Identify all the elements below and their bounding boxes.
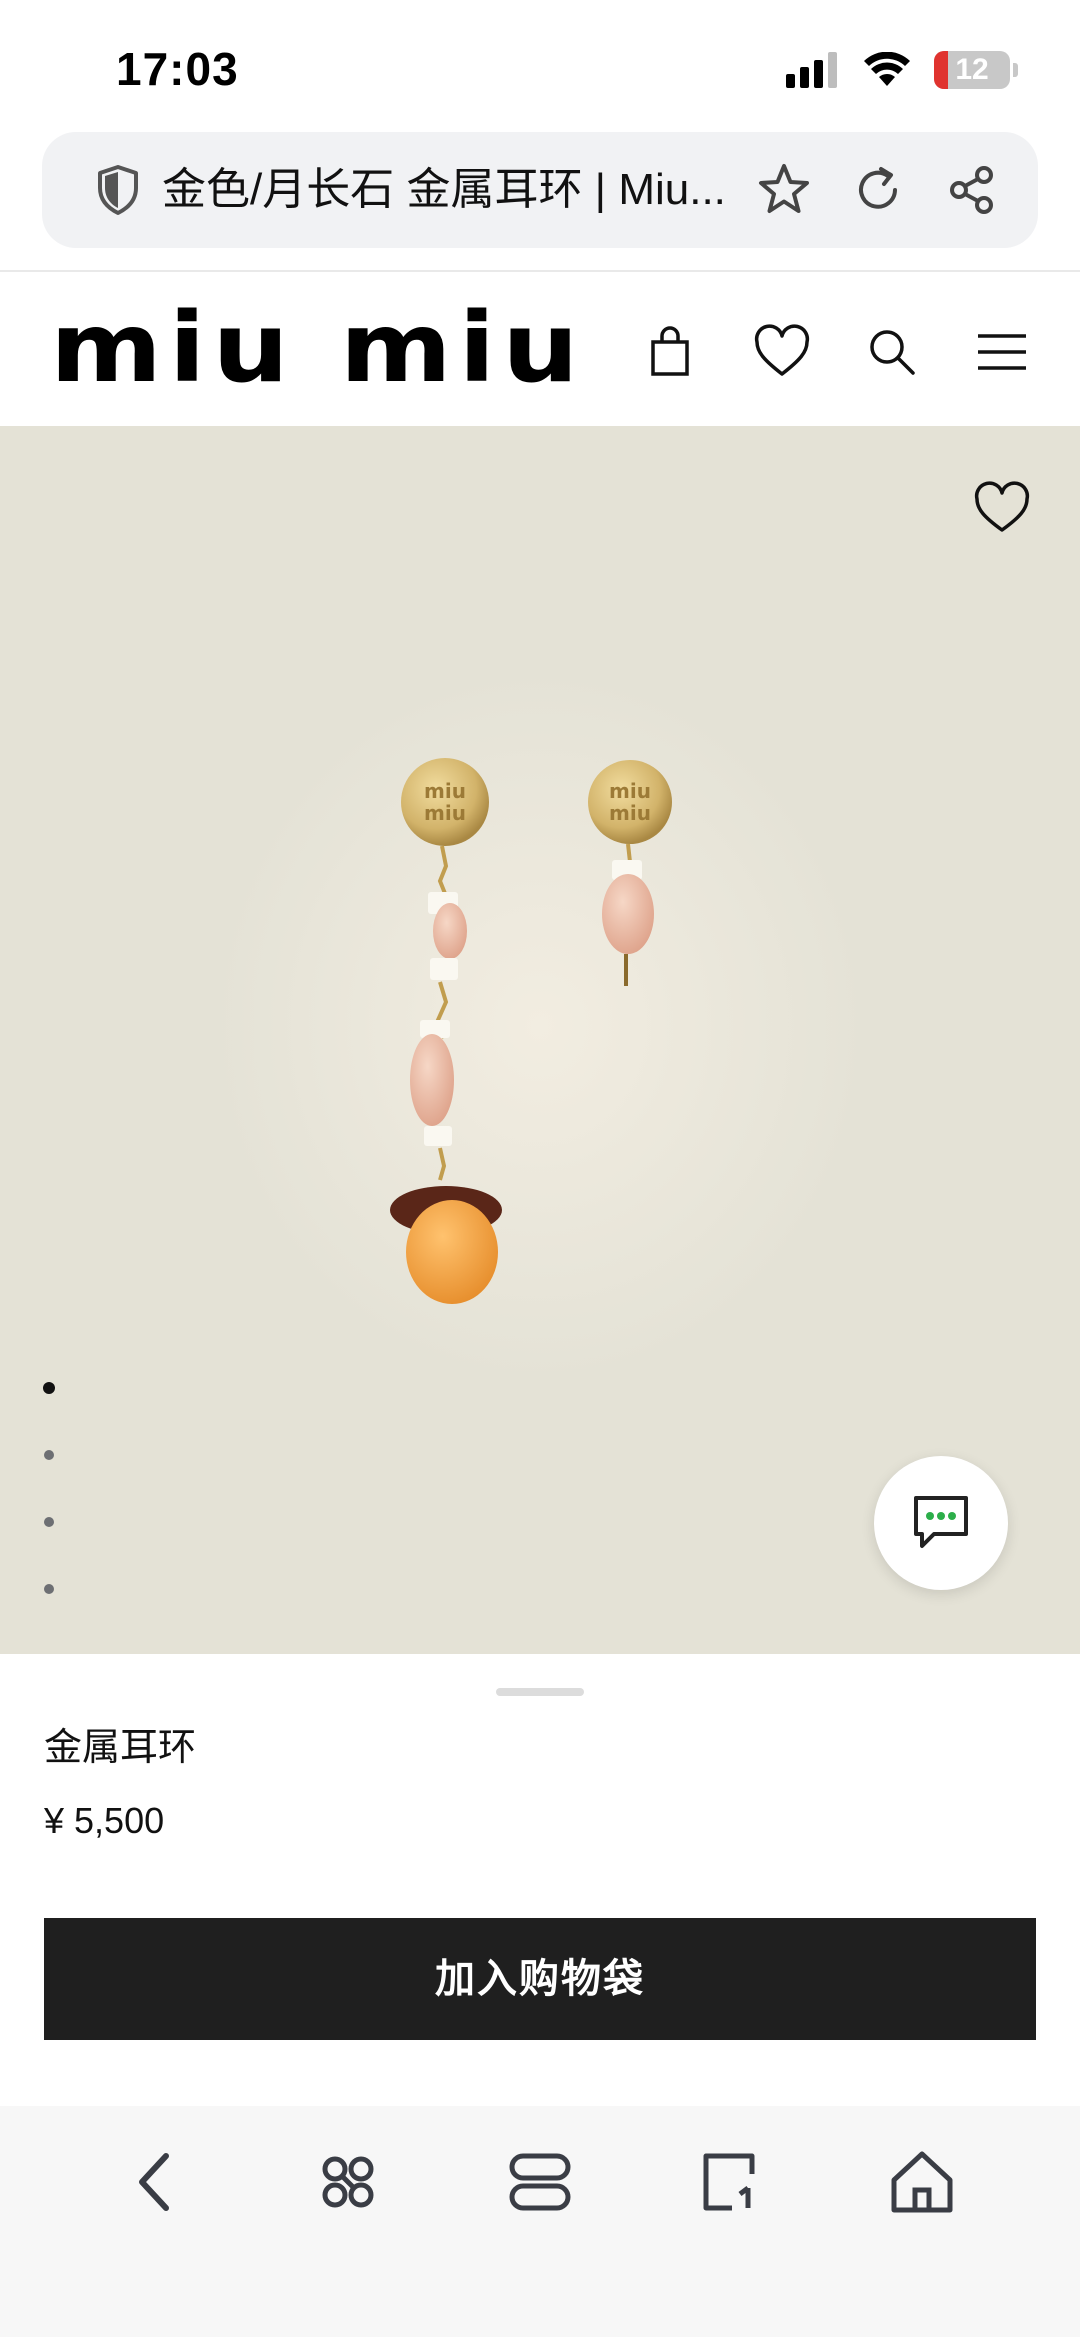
svg-text:miu: miu	[609, 779, 651, 803]
add-to-bag-button[interactable]: 加入购物袋	[44, 1918, 1036, 2040]
browser-toolbar	[0, 2106, 1080, 2337]
cellular-signal-icon	[786, 52, 837, 88]
reload-icon[interactable]	[848, 160, 908, 220]
chat-button[interactable]	[874, 1456, 1008, 1590]
menu-icon[interactable]	[972, 322, 1032, 382]
favorite-heart-icon[interactable]	[972, 480, 1032, 536]
star-icon[interactable]	[754, 160, 814, 220]
carousel-dot[interactable]	[44, 1584, 54, 1594]
back-icon[interactable]	[118, 2142, 198, 2222]
battery-level: 12	[955, 53, 989, 86]
share-icon[interactable]	[942, 160, 1002, 220]
svg-text:miu: miu	[424, 779, 466, 803]
carousel-dot[interactable]	[44, 1450, 54, 1460]
status-icons: 12	[786, 48, 1018, 92]
shield-icon[interactable]	[96, 164, 140, 216]
svg-text:miu: miu	[424, 801, 466, 825]
brand-logo[interactable]: miu miu	[50, 300, 585, 396]
svg-text:miu: miu	[609, 801, 651, 825]
chat-icon	[914, 1496, 968, 1548]
sheet-handle[interactable]	[496, 1688, 584, 1696]
status-bar: 17:03 12	[0, 0, 1080, 130]
shopping-bag-icon[interactable]	[640, 322, 700, 382]
carousel-dot[interactable]	[44, 1517, 54, 1527]
battery-nub	[1013, 63, 1018, 77]
wifi-icon	[864, 52, 910, 86]
status-time: 17:03	[116, 43, 239, 95]
product-image-carousel[interactable]: miu miu miu miu	[0, 426, 1080, 1654]
battery-icon: 12	[934, 51, 1018, 89]
tabs-icon[interactable]	[500, 2142, 580, 2222]
apps-icon[interactable]	[308, 2142, 388, 2222]
product-price: ¥ 5,500	[44, 1800, 165, 1841]
heart-icon[interactable]	[752, 322, 812, 382]
page-title[interactable]: 金色/月长石 金属耳环 | Miu...	[162, 162, 792, 218]
address-bar[interactable]: 金色/月长石 金属耳环 | Miu...	[42, 132, 1038, 248]
home-icon[interactable]	[882, 2142, 962, 2222]
site-header: miu miu	[0, 272, 1080, 426]
carousel-dot[interactable]	[43, 1382, 55, 1394]
new-tab-icon[interactable]	[690, 2142, 770, 2222]
search-icon[interactable]	[862, 322, 922, 382]
product-name: 金属耳环	[44, 1727, 197, 1769]
